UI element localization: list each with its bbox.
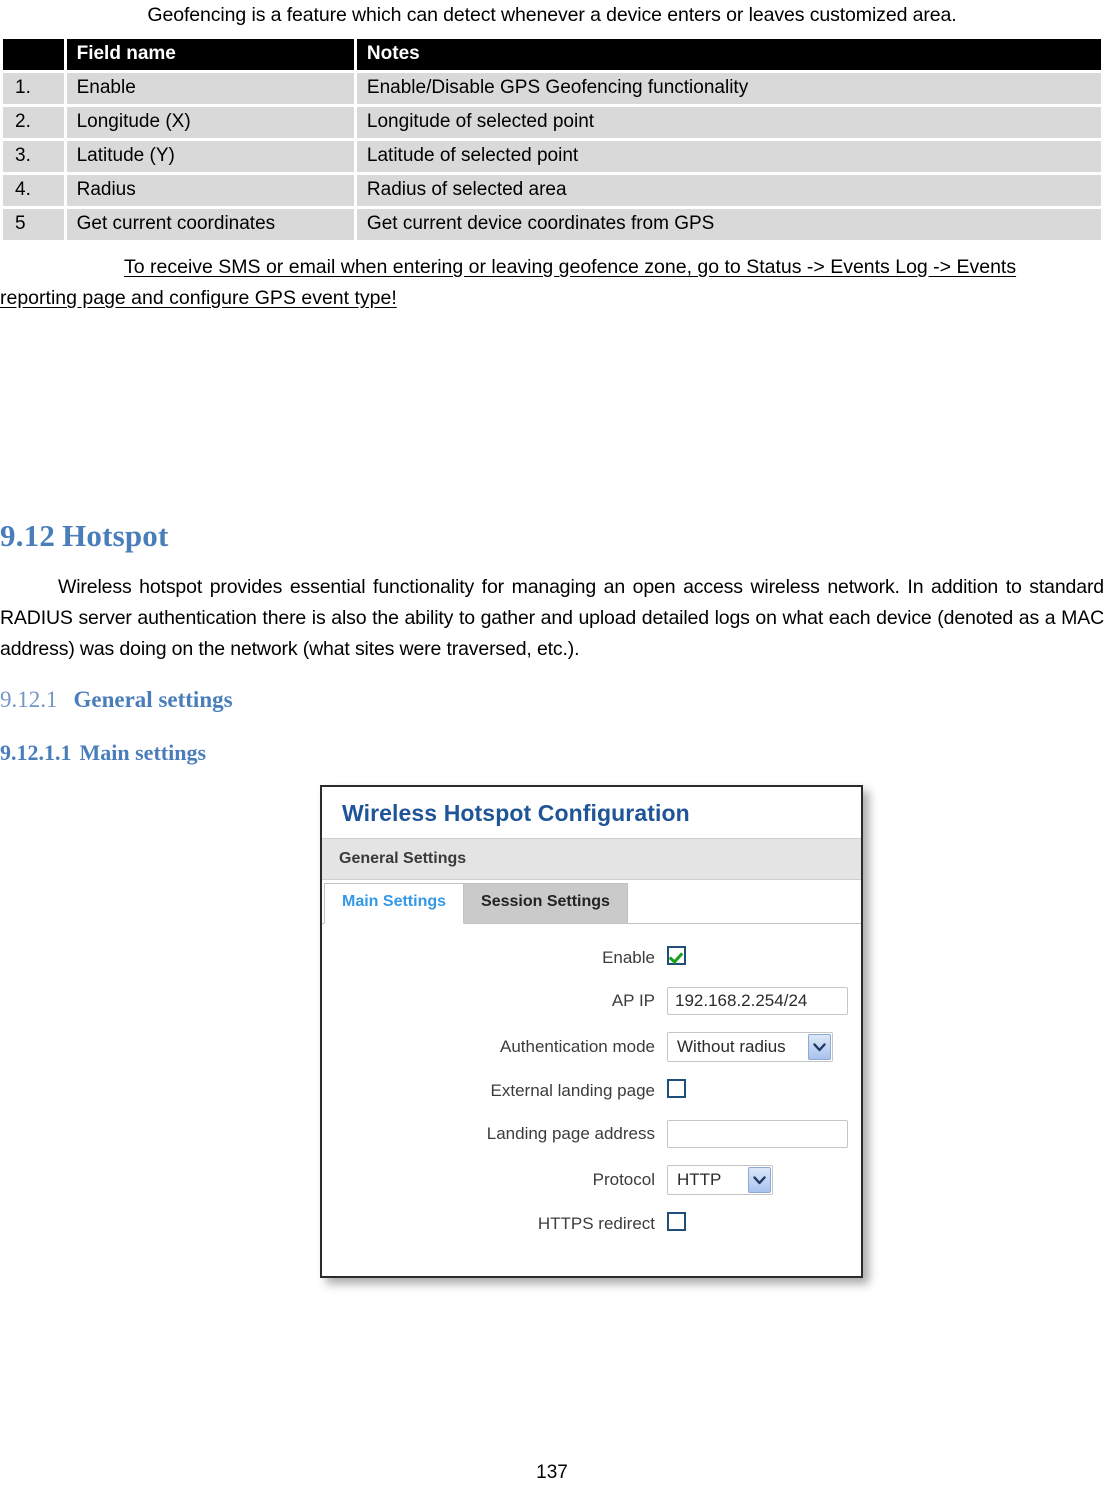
table-body: 1. Enable Enable/Disable GPS Geofencing … [3,73,1101,240]
subsubsection-title: Main settings [79,740,207,765]
section-number: 9.12 [0,518,56,553]
form-row-auth-mode: Authentication mode Without radius [322,1032,861,1062]
landing-page-address-label: Landing page address [486,1124,655,1143]
table-header-field-name: Field name [66,39,354,70]
row-notes: Longitude of selected point [356,107,1101,138]
row-index: 2. [3,107,64,138]
row-notes: Enable/Disable GPS Geofencing functional… [356,73,1101,104]
intro-paragraph: Geofencing is a feature which can detect… [147,4,957,26]
row-field-name: Latitude (Y) [66,141,354,172]
authentication-mode-control: Without radius [667,1032,861,1062]
row-field-name: Radius [66,175,354,206]
form-row-https-redirect: HTTPS redirect [322,1212,861,1236]
row-notes: Radius of selected area [356,175,1101,206]
external-landing-page-label: External landing page [490,1081,655,1100]
enable-control [667,946,861,970]
table-row: 3. Latitude (Y) Latitude of selected poi… [3,141,1101,172]
hotspot-description-paragraph: Wireless hotspot provides essential func… [0,576,1104,660]
geofencing-field-table: Field name Notes 1. Enable Enable/Disabl… [0,36,1104,243]
table-header-index [3,39,64,70]
table-header-row: Field name Notes [3,39,1101,70]
chevron-down-icon [808,1034,831,1060]
landing-page-address-input[interactable] [667,1120,848,1148]
https-redirect-checkbox[interactable] [667,1212,686,1231]
authentication-mode-select[interactable]: Without radius [667,1032,833,1062]
table-row: 4. Radius Radius of selected area [3,175,1101,206]
panel-section-bar: General Settings [322,838,861,880]
https-redirect-label: HTTPS redirect [537,1214,655,1233]
row-index: 3. [3,141,64,172]
table-header-notes: Notes [356,39,1101,70]
ap-ip-control: 192.168.2.254/24 [667,987,861,1015]
https-redirect-control [667,1212,861,1236]
table-row: 2. Longitude (X) Longitude of selected p… [3,107,1101,138]
section-title: Hotspot [62,518,169,553]
subsection-heading-general-settings: 9.12.1 General settings [0,687,233,713]
tab-main-settings[interactable]: Main Settings [324,883,465,924]
row-field-name: Enable [66,73,354,104]
protocol-value: HTTP [677,1170,722,1189]
subsection-title: General settings [73,687,233,712]
form-row-landing-page-address: Landing page address [322,1120,861,1148]
section-heading-hotspot: 9.12 Hotspot [0,518,169,554]
subsubsection-number: 9.12.1.1 [0,740,72,765]
table-row: 5 Get current coordinates Get current de… [3,209,1101,240]
row-index: 1. [3,73,64,104]
geofence-note: To receive SMS or email when entering or… [0,252,1090,314]
row-field-name: Get current coordinates [66,209,354,240]
protocol-select[interactable]: HTTP [667,1165,773,1195]
panel-title: Wireless Hotspot Configuration [342,800,690,826]
chevron-down-icon [748,1167,771,1193]
hotspot-configuration-screenshot: Wireless Hotspot Configuration General S… [320,785,863,1278]
external-landing-page-checkbox[interactable] [667,1079,686,1098]
tab-session-settings[interactable]: Session Settings [463,883,628,923]
geofence-note-text: To receive SMS or email when entering or… [0,256,1017,309]
enable-label: Enable [602,948,655,967]
protocol-label: Protocol [592,1170,655,1189]
table-row: 1. Enable Enable/Disable GPS Geofencing … [3,73,1101,104]
landing-page-address-control [667,1120,861,1148]
enable-checkbox[interactable] [667,946,686,965]
row-field-name: Longitude (X) [66,107,354,138]
form-row-external-landing-page: External landing page [322,1079,861,1103]
external-landing-page-control [667,1079,861,1103]
main-settings-form: Enable AP IP 192.168.2.254/24 Authentica… [322,924,861,1236]
row-notes: Get current device coordinates from GPS [356,209,1101,240]
authentication-mode-label: Authentication mode [500,1037,655,1056]
row-notes: Latitude of selected point [356,141,1101,172]
protocol-control: HTTP [667,1165,861,1195]
ap-ip-input[interactable]: 192.168.2.254/24 [667,987,848,1015]
subsection-heading-main-settings: 9.12.1.1 Main settings [0,740,206,766]
form-row-protocol: Protocol HTTP [322,1165,861,1195]
table-header: Field name Notes [3,39,1101,70]
form-row-ap-ip: AP IP 192.168.2.254/24 [322,987,861,1015]
tab-bar: Main Settings Session Settings [322,880,861,924]
authentication-mode-value: Without radius [677,1037,786,1056]
subsection-number: 9.12.1 [0,687,58,712]
row-index: 5 [3,209,64,240]
ap-ip-label: AP IP [611,991,655,1010]
row-index: 4. [3,175,64,206]
page-number: 137 [536,1462,568,1483]
form-row-enable: Enable [322,946,861,970]
